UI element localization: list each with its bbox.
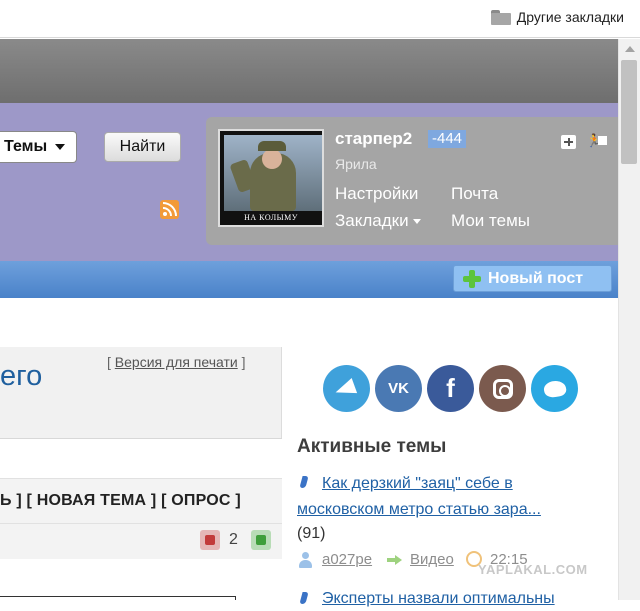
thumbs-down-icon[interactable]: [200, 530, 220, 550]
rss-icon[interactable]: [160, 200, 179, 219]
telegram-icon[interactable]: [323, 365, 370, 412]
my-topics-link[interactable]: Мои темы: [451, 211, 530, 231]
scrollbar-thumb[interactable]: [621, 60, 637, 164]
username-link[interactable]: старпер2: [335, 129, 412, 149]
settings-link[interactable]: Настройки: [335, 184, 418, 204]
print-version-link[interactable]: Версия для печати: [115, 354, 238, 370]
new-post-label: Новый пост: [488, 269, 584, 287]
user-icon: [298, 552, 312, 568]
topic-link-continued[interactable]: московском метро статью зара...: [297, 497, 541, 522]
topic-actions-links[interactable]: Ь ] [ НОВАЯ ТЕМА ] [ ОПРОС ]: [0, 492, 241, 510]
search-button[interactable]: Найти: [104, 132, 181, 162]
topic-category-link[interactable]: Видео: [410, 551, 454, 568]
print-version: [ Версия для печати ]: [107, 354, 246, 370]
bookmarks-bar: Другие закладки: [0, 0, 640, 38]
topic-bullet-icon: [299, 476, 309, 490]
avatar[interactable]: НА КОЛЫМУ: [218, 129, 324, 227]
vote-count: 2: [229, 531, 238, 548]
facebook-icon[interactable]: f: [427, 365, 474, 412]
post-title: его: [0, 360, 43, 392]
site-top-band: [0, 39, 618, 103]
content-box: [0, 596, 236, 600]
vote-bar: [0, 523, 282, 559]
divider: [0, 438, 282, 439]
user-rank: Ярила: [335, 156, 377, 172]
search-scope-select[interactable]: Темы: [0, 131, 77, 163]
other-bookmarks-button[interactable]: Другие закладки: [490, 9, 624, 25]
search-scope-value: Темы: [4, 138, 48, 155]
logout-icon[interactable]: 🏃: [584, 132, 608, 150]
folder-icon: [490, 9, 511, 25]
avatar-caption: НА КОЛЫМУ: [244, 213, 298, 222]
topic-reply-count: (91): [297, 525, 326, 542]
arrow-right-icon: [387, 555, 403, 565]
thumbs-up-icon[interactable]: [251, 530, 271, 550]
site-watermark: YAPLAKAL.COM: [478, 562, 588, 577]
chevron-down-icon: [55, 144, 66, 150]
bookmarks-menu-label: Закладки: [335, 211, 409, 230]
topic-author-link[interactable]: a027pe: [322, 551, 372, 568]
instagram-icon[interactable]: [479, 365, 526, 412]
vk-icon[interactable]: VK: [375, 365, 422, 412]
chevron-down-icon: [412, 219, 421, 225]
topic-link[interactable]: Как дерзкий "заяц" себе в: [322, 471, 513, 496]
topic-link[interactable]: Эксперты назвали оптимальны: [322, 586, 555, 611]
topic-bullet-icon: [299, 592, 309, 606]
mail-link[interactable]: Почта: [451, 184, 498, 204]
new-post-button[interactable]: Новый пост: [453, 265, 612, 292]
bookmarks-menu[interactable]: Закладки: [335, 211, 421, 231]
plus-icon: [462, 269, 482, 289]
add-icon[interactable]: [561, 135, 576, 149]
twitter-icon[interactable]: [531, 365, 578, 412]
karma-badge[interactable]: -444: [428, 130, 467, 148]
active-topics-heading: Активные темы: [297, 436, 447, 457]
scroll-up-arrow-icon[interactable]: [625, 46, 635, 52]
other-bookmarks-label: Другие закладки: [516, 9, 624, 25]
